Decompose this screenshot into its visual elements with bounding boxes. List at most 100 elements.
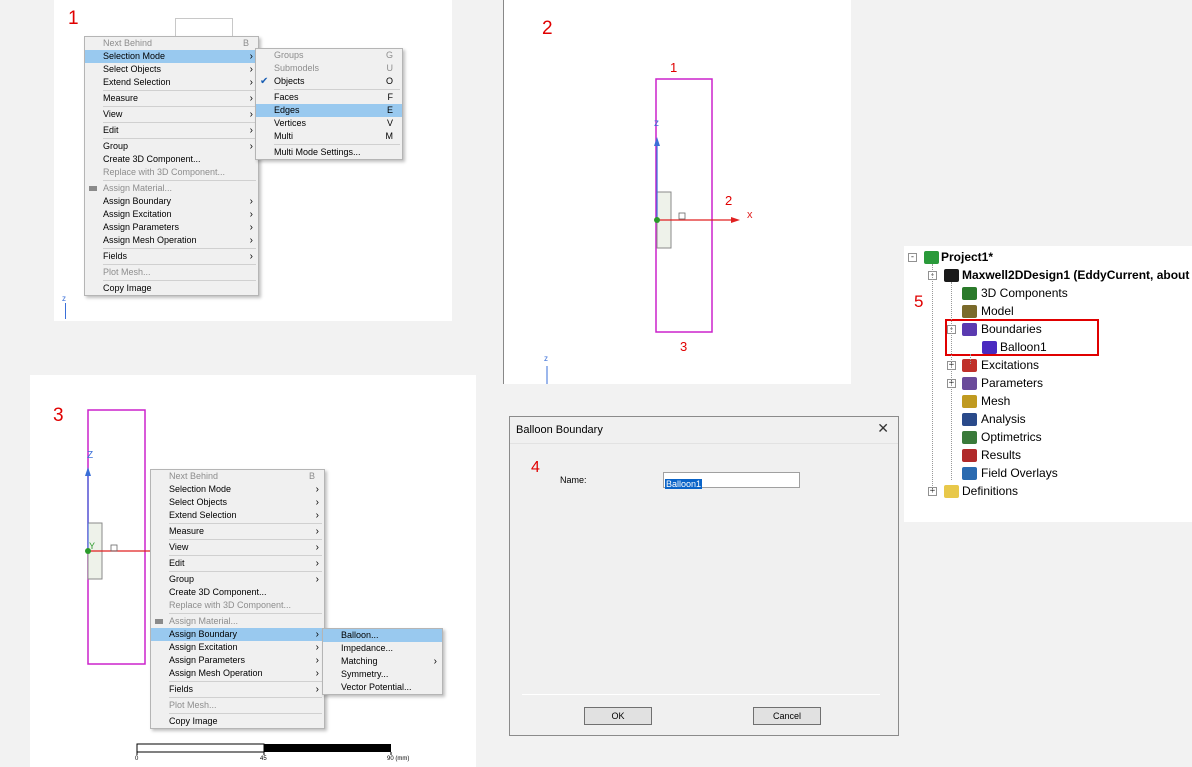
ok-button[interactable]: OK <box>584 707 652 725</box>
shortcut-key: B <box>308 471 315 481</box>
menu3-item-extend-selection[interactable]: Extend Selection › <box>151 509 324 522</box>
menu3-item-measure[interactable]: Measure › <box>151 525 324 538</box>
menu1-item-edit[interactable]: Edit › <box>85 124 258 137</box>
cancel-button[interactable]: Cancel <box>753 707 821 725</box>
tree-node-design[interactable]: Maxwell2DDesign1 (EddyCurrent, about <box>962 266 1189 284</box>
menu1-item-group[interactable]: Group › <box>85 140 258 153</box>
axis-triad: z <box>62 294 66 303</box>
x-axis-label: x <box>747 209 753 221</box>
menu3-item-view[interactable]: View › <box>151 541 324 554</box>
submenu1-item-groups: Groups G <box>256 49 402 62</box>
menu-separator <box>169 539 322 540</box>
tree-node-icon <box>962 395 977 408</box>
submenu1-item-faces[interactable]: Faces F <box>256 91 402 104</box>
submenu1-item-submodels: Submodels U <box>256 62 402 75</box>
submenu-arrow-icon: › <box>315 497 319 508</box>
submenu-arrow-icon: › <box>315 510 319 521</box>
submenu1-item-multi-mode-settings[interactable]: Multi Mode Settings... <box>256 146 402 159</box>
name-field[interactable]: Balloon1 <box>663 472 800 489</box>
menu-item-label: Plot Mesh... <box>169 700 217 710</box>
menu-item-label: Next Behind <box>169 471 219 481</box>
menu3-item-edit[interactable]: Edit › <box>151 557 324 570</box>
menu3-item-assign-parameters[interactable]: Assign Parameters › <box>151 654 324 667</box>
tree-node-definitions[interactable]: Definitions <box>962 482 1018 500</box>
tree-node-icon <box>962 323 977 336</box>
submenu-arrow-icon: › <box>249 125 253 136</box>
menu1-item-assign-boundary[interactable]: Assign Boundary › <box>85 195 258 208</box>
menu1-item-create-3d-component[interactable]: Create 3D Component... <box>85 153 258 166</box>
menu1-item-assign-parameters[interactable]: Assign Parameters › <box>85 221 258 234</box>
menu-separator <box>169 555 322 556</box>
menu-item-label: Selection Mode <box>169 484 232 494</box>
menu1-item-fields[interactable]: Fields › <box>85 250 258 263</box>
menu1-item-assign-mesh-operation[interactable]: Assign Mesh Operation › <box>85 234 258 247</box>
tree-node-analysis[interactable]: Analysis <box>981 410 1026 428</box>
menu1-item-extend-selection[interactable]: Extend Selection › <box>85 76 258 89</box>
tree-node-project[interactable]: Project1* <box>941 248 993 266</box>
tree-node-results[interactable]: Results <box>981 446 1021 464</box>
menu-item-label: Matching <box>341 656 378 666</box>
tree-node-model[interactable]: Model <box>981 302 1014 320</box>
tree-node-icon <box>982 341 997 354</box>
menu1-item-assign-excitation[interactable]: Assign Excitation › <box>85 208 258 221</box>
step-label-3: 3 <box>53 405 64 426</box>
submenu1-item-vertices[interactable]: Vertices V <box>256 117 402 130</box>
menu1-item-view[interactable]: View › <box>85 108 258 121</box>
menu-item-label: Select Objects <box>103 64 162 74</box>
z-axis-arrow <box>654 137 660 146</box>
tree-node-balloon1[interactable]: Balloon1 <box>1000 338 1047 356</box>
submenu3-item-impedance[interactable]: Impedance... <box>323 642 442 655</box>
menu-item-label: Assign Parameters <box>169 655 246 665</box>
menu3-item-replace-with-3d-component: Replace with 3D Component... <box>151 599 324 612</box>
menu1-item-measure[interactable]: Measure › <box>85 92 258 105</box>
tree-node-field-overlays[interactable]: Field Overlays <box>981 464 1058 482</box>
selection-mode-submenu: Groups G Submodels U ✔ Objects O Faces F Edges E Ve… <box>255 48 403 160</box>
submenu1-item-multi[interactable]: Multi M <box>256 130 402 143</box>
collapse-icon[interactable]: - <box>908 253 917 262</box>
menu3-item-group[interactable]: Group › <box>151 573 324 586</box>
context-menu-selection: Next Behind B Selection Mode › Select Object… <box>84 36 259 296</box>
submenu-arrow-icon: › <box>249 141 253 152</box>
menu3-item-assign-excitation[interactable]: Assign Excitation › <box>151 641 324 654</box>
tree-node-icon <box>944 485 959 498</box>
submenu3-item-vector-potential[interactable]: Vector Potential... <box>323 681 442 694</box>
name-field-value: Balloon1 <box>665 479 703 489</box>
x-axis-arrow <box>731 217 740 223</box>
close-icon[interactable]: ✕ <box>877 420 889 437</box>
tree-node-optimetrics[interactable]: Optimetrics <box>981 428 1042 446</box>
menu1-item-select-objects[interactable]: Select Objects › <box>85 63 258 76</box>
scale-label-90: 90 (mm) <box>387 756 410 762</box>
menu3-item-assign-mesh-operation[interactable]: Assign Mesh Operation › <box>151 667 324 680</box>
menu3-item-select-objects[interactable]: Select Objects › <box>151 496 324 509</box>
tree-node-3d-components[interactable]: 3D Components <box>981 284 1068 302</box>
menu-item-label: Assign Excitation <box>103 209 172 219</box>
menu-separator <box>169 571 322 572</box>
submenu3-item-balloon[interactable]: Balloon... <box>323 629 442 642</box>
menu1-item-selection-mode[interactable]: Selection Mode › <box>85 50 258 63</box>
menu3-item-selection-mode[interactable]: Selection Mode › <box>151 483 324 496</box>
submenu-arrow-icon: › <box>315 642 319 653</box>
menu1-item-copy-image[interactable]: Copy Image <box>85 282 258 295</box>
menu-item-label: Next Behind <box>103 38 153 48</box>
submenu3-item-matching[interactable]: Matching › <box>323 655 442 668</box>
menu-item-label: Objects <box>274 76 305 86</box>
tree-node-boundaries[interactable]: Boundaries <box>981 320 1042 338</box>
tree-node-mesh[interactable]: Mesh <box>981 392 1010 410</box>
shortcut-key: U <box>386 63 394 73</box>
submenu1-item-objects[interactable]: ✔ Objects O <box>256 75 402 88</box>
submenu1-item-edges[interactable]: Edges E <box>256 104 402 117</box>
menu3-item-assign-boundary[interactable]: Assign Boundary › <box>151 628 324 641</box>
dialog-title: Balloon Boundary <box>516 424 603 436</box>
model-rectangle-top[interactable] <box>175 18 233 36</box>
menu3-item-copy-image[interactable]: Copy Image <box>151 715 324 728</box>
dialog-client-area: 4 Name: Balloon1 OK Cancel <box>510 443 898 735</box>
submenu-arrow-icon: › <box>315 542 319 553</box>
submenu3-item-symmetry[interactable]: Symmetry... <box>323 668 442 681</box>
tree-node-excitations[interactable]: Excitations <box>981 356 1039 374</box>
submenu-arrow-icon: › <box>315 629 319 640</box>
tree-node-parameters[interactable]: Parameters <box>981 374 1043 392</box>
menu3-item-create-3d-component[interactable]: Create 3D Component... <box>151 586 324 599</box>
menu-separator <box>169 613 322 614</box>
menu3-item-fields[interactable]: Fields › <box>151 683 324 696</box>
menu-item-label: Select Objects <box>169 497 228 507</box>
